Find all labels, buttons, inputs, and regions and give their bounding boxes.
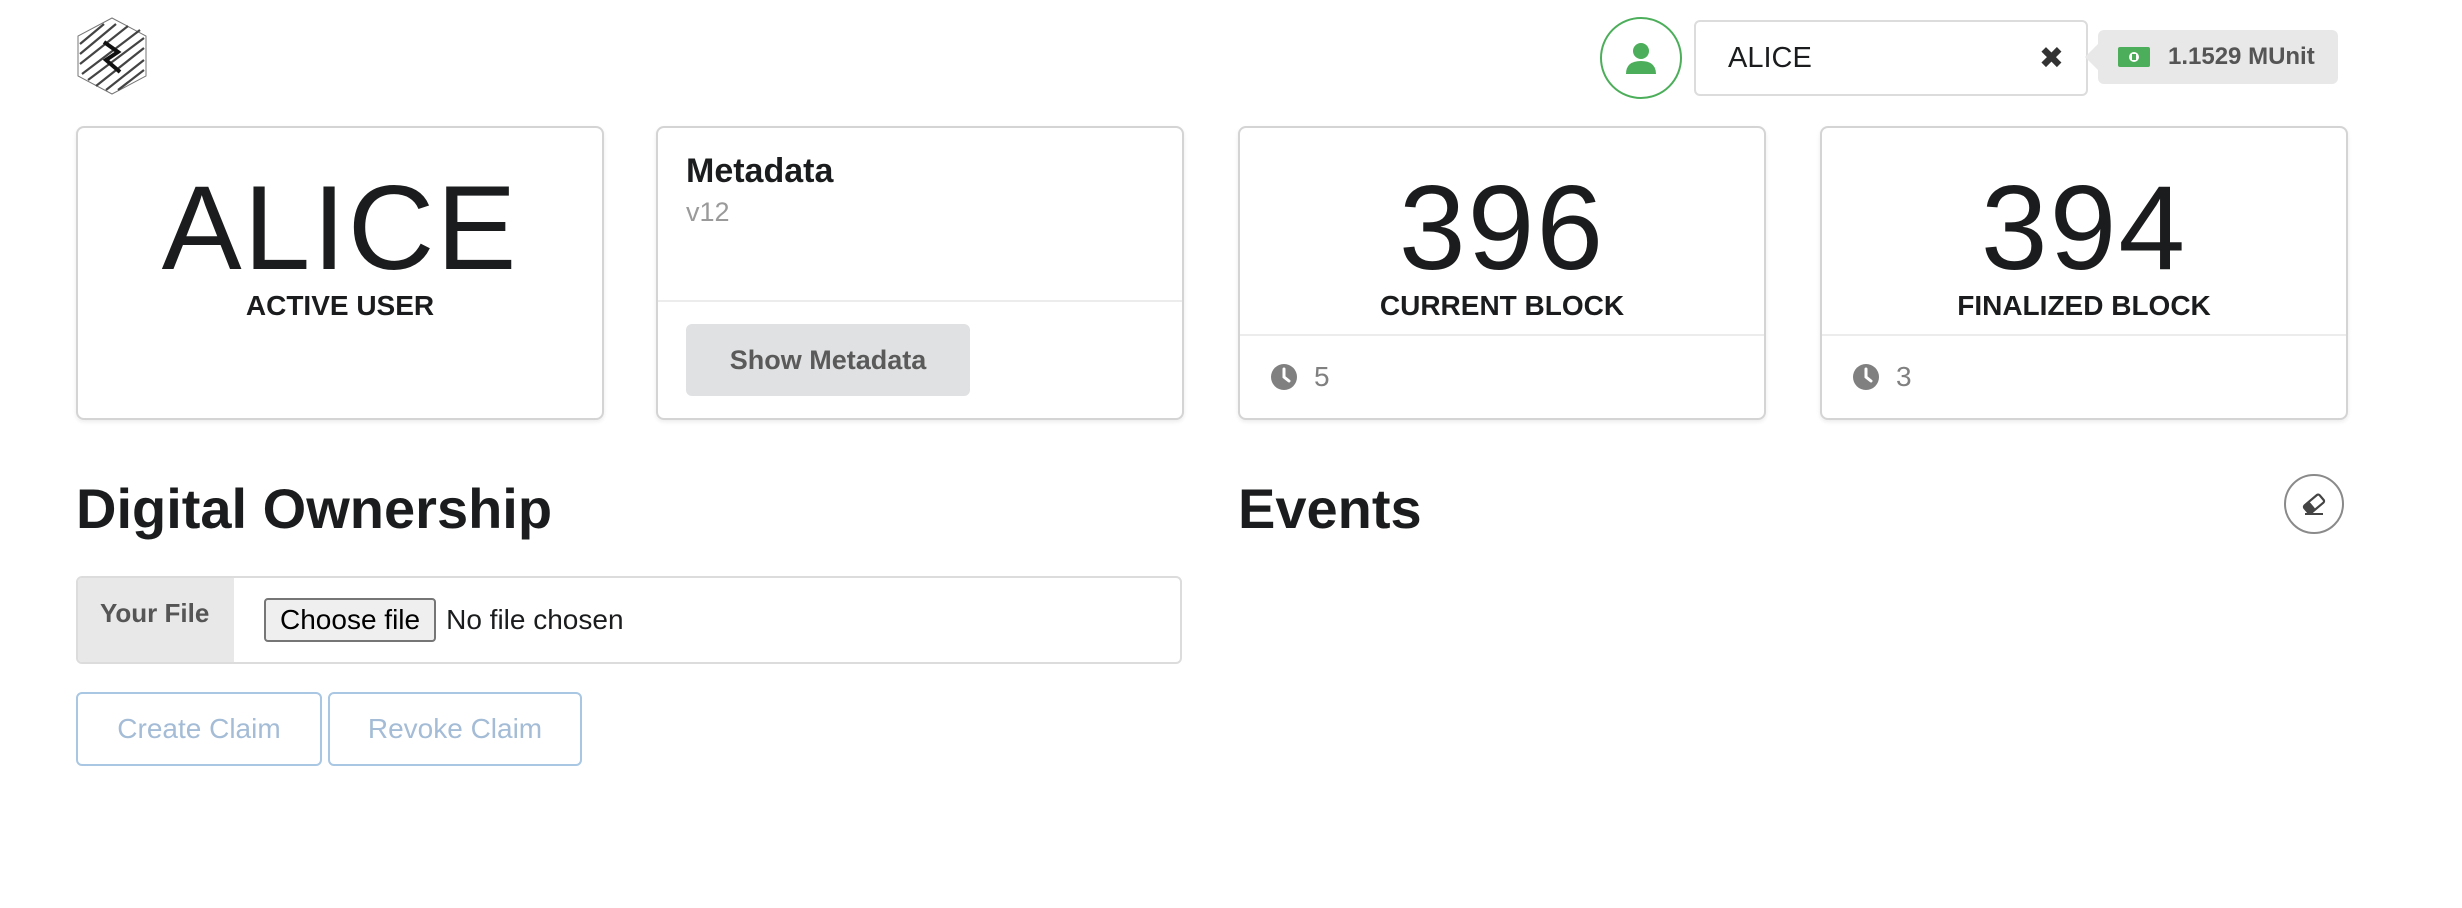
balance-value: 1.1529 MUnit <box>2168 43 2315 70</box>
metadata-card-extra: Show Metadata <box>658 300 1182 418</box>
clock-icon <box>1270 363 1298 391</box>
balance-badge: 1.1529 MUnit <box>2085 30 2338 84</box>
money-icon <box>2118 47 2150 67</box>
file-input: Choose file No file chosen <box>234 578 1180 662</box>
account-dropdown-value: ALICE <box>1728 41 1812 74</box>
no-file-text: No file chosen <box>446 604 624 635</box>
eraser-icon <box>2302 493 2326 515</box>
active-user-card: ALICE ACTIVE USER <box>76 126 604 420</box>
substrate-logo <box>74 16 150 96</box>
metadata-title: Metadata <box>686 152 834 190</box>
finalized-block-value: 394 <box>1980 161 2188 295</box>
active-user-value: ALICE <box>161 161 519 295</box>
current-block-card: 396 CURRENT BLOCK 5 <box>1238 126 1766 420</box>
show-metadata-button[interactable]: Show Metadata <box>686 324 970 396</box>
current-block-timer: 5 <box>1240 334 1764 418</box>
user-icon <box>1626 43 1656 74</box>
file-field-label: Your File <box>78 578 234 662</box>
account-dropdown[interactable]: ALICE ✖ <box>1694 20 2088 96</box>
create-claim-button[interactable]: Create Claim <box>76 692 322 766</box>
choose-file-button[interactable]: Choose file <box>264 598 437 642</box>
finalized-block-time: 3 <box>1896 361 1912 392</box>
digital-ownership-title: Digital Ownership <box>76 477 553 540</box>
metadata-version: v12 <box>686 197 730 227</box>
current-block-value: 396 <box>1398 161 1606 295</box>
user-icon-button[interactable] <box>1600 17 1682 99</box>
close-icon[interactable]: ✖ <box>2039 41 2064 76</box>
clear-events-button[interactable] <box>2284 474 2344 534</box>
current-block-time: 5 <box>1314 361 1330 392</box>
revoke-claim-button[interactable]: Revoke Claim <box>328 692 582 766</box>
metadata-card: Metadata v12 Show Metadata <box>656 126 1184 420</box>
current-block-label: CURRENT BLOCK <box>1379 290 1625 321</box>
file-upload-field: Your File Choose file No file chosen <box>76 576 1182 664</box>
finalized-block-label: FINALIZED BLOCK <box>1957 290 2211 321</box>
finalized-block-timer: 3 <box>1822 334 2346 418</box>
account-selector-group: ALICE ✖ <box>1600 16 2088 100</box>
clock-icon <box>1852 363 1880 391</box>
events-title: Events <box>1238 477 1422 540</box>
active-user-label: ACTIVE USER <box>245 290 435 321</box>
finalized-block-card: 394 FINALIZED BLOCK 3 <box>1820 126 2348 420</box>
